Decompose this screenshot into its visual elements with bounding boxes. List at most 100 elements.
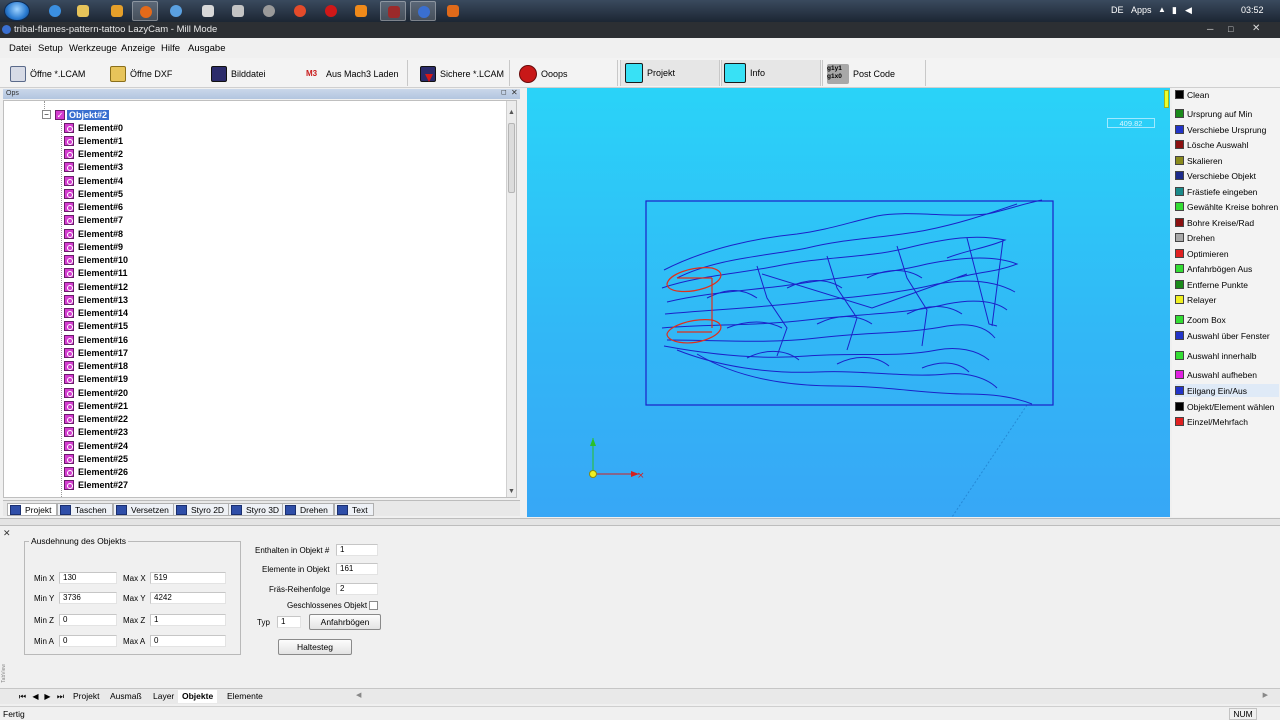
tree-scrollbar[interactable]: ▲ ▼ (506, 101, 516, 497)
scrollbar-thumb[interactable] (508, 123, 515, 193)
tab-drehen[interactable]: Drehen (282, 503, 334, 516)
bottom-tab-ausmass[interactable]: Ausmaß (106, 690, 146, 703)
action-clean[interactable]: Clean (1175, 88, 1209, 101)
tree-element-row[interactable]: Element#14 (64, 307, 128, 320)
action-zoom-box[interactable]: Zoom Box (1175, 313, 1226, 326)
apps-label[interactable]: Apps (1131, 5, 1152, 15)
menu-ausgabe[interactable]: Ausgabe (188, 43, 226, 54)
splitter[interactable] (0, 518, 1280, 526)
tree-element-row[interactable]: Element#8 (64, 227, 123, 240)
max-a-field[interactable]: 0 (150, 635, 226, 647)
action-auswahl-aufheben[interactable]: Auswahl aufheben (1175, 368, 1257, 381)
firefox-taskbar-icon[interactable] (132, 1, 158, 21)
language-indicator[interactable]: DE (1111, 5, 1124, 15)
tree-element-row[interactable]: Element#16 (64, 333, 128, 346)
tree-element-row[interactable]: Element#4 (64, 174, 123, 187)
start-button[interactable] (4, 1, 30, 21)
maximize-button[interactable]: □ (1228, 24, 1233, 34)
milling-order-field[interactable]: 2 (336, 583, 378, 595)
contained-in-field[interactable]: 1 (336, 544, 378, 556)
closed-object-checkbox[interactable] (369, 601, 378, 610)
action-gewählte-kreise-bohren[interactable]: Gewählte Kreise bohren (1175, 200, 1278, 213)
volume-icon[interactable]: ◀ (1185, 5, 1192, 16)
action-auswahl-über-fenster[interactable]: Auswahl über Fenster (1175, 329, 1270, 342)
prev-tab-icon[interactable]: ◀ (30, 691, 41, 702)
action-bohre-kreise-rad[interactable]: Bohre Kreise/Rad (1175, 216, 1254, 229)
tree-root-label[interactable]: Objekt#2 (67, 109, 110, 120)
bottom-tab-layer[interactable]: Layer (149, 690, 178, 703)
tab-versetzen[interactable]: Versetzen (113, 503, 175, 516)
tab-taschen[interactable]: Taschen (57, 503, 113, 516)
tree-element-row[interactable]: Element#24 (64, 439, 128, 452)
app7-taskbar-icon[interactable] (440, 1, 466, 21)
action-auswahl-innerhalb[interactable]: Auswahl innerhalb (1175, 349, 1256, 362)
tree-element-row[interactable]: Element#13 (64, 293, 128, 306)
pin-icon[interactable]: ◻ (501, 88, 507, 96)
bottom-tab-projekt[interactable]: Projekt (69, 690, 103, 703)
min-a-field[interactable]: 0 (59, 635, 117, 647)
checkbox-icon[interactable]: ✓ (55, 109, 65, 120)
tree-element-row[interactable]: Element#19 (64, 373, 128, 386)
tree-element-row[interactable]: Element#7 (64, 214, 123, 227)
app3-taskbar-icon[interactable] (195, 1, 221, 21)
chrome-taskbar-icon[interactable] (287, 1, 313, 21)
min-z-field[interactable]: 0 (59, 614, 117, 626)
action-einzel-mehrfach[interactable]: Einzel/Mehrfach (1175, 415, 1248, 428)
close-panel-icon[interactable]: ✕ (3, 528, 11, 539)
leadin-button[interactable]: Anfahrbögen (309, 614, 381, 630)
menu-werkzeuge[interactable]: Werkzeuge (69, 43, 117, 54)
tree-element-row[interactable]: Element#22 (64, 413, 128, 426)
menu-datei[interactable]: Datei (9, 43, 31, 54)
clock[interactable]: 03:52 (1241, 5, 1264, 15)
action-drehen[interactable]: Drehen (1175, 231, 1215, 244)
tree-element-row[interactable]: Element#21 (64, 399, 128, 412)
menu-hilfe[interactable]: Hilfe (161, 43, 180, 54)
network-icon[interactable]: ▮ (1172, 5, 1177, 16)
tab-styro2d[interactable]: Styro 2D (173, 503, 231, 516)
app5-taskbar-icon[interactable] (256, 1, 282, 21)
app6-taskbar-icon[interactable] (380, 1, 406, 21)
tree-element-row[interactable]: Element#18 (64, 360, 128, 373)
bottom-hscrollbar[interactable]: ◀ ▶ (356, 692, 1268, 701)
cad-viewport[interactable]: × 409.82 (527, 88, 1170, 517)
next-tab-icon[interactable]: ▶ (42, 691, 53, 702)
tree-element-row[interactable]: Element#9 (64, 240, 123, 253)
action-verschiebe-objekt[interactable]: Verschiebe Objekt (1175, 169, 1256, 182)
menu-setup[interactable]: Setup (38, 43, 63, 54)
minimize-button[interactable]: ─ (1207, 24, 1213, 34)
action-eilgang-ein-aus[interactable]: Eilgang Ein/Aus (1175, 384, 1279, 397)
image-file-button[interactable]: Bilddatei (211, 63, 266, 85)
action-anfahrbögen-aus[interactable]: Anfahrbögen Aus (1175, 262, 1252, 275)
tree-element-row[interactable]: Element#15 (64, 320, 128, 333)
tree-element-row[interactable]: Element#5 (64, 187, 123, 200)
bottom-tab-objekte[interactable]: Objekte (178, 690, 218, 703)
tree-element-row[interactable]: Element#20 (64, 386, 128, 399)
max-z-field[interactable]: 1 (150, 614, 226, 626)
tree-element-row[interactable]: Element#17 (64, 346, 128, 359)
tree-element-row[interactable]: Element#10 (64, 254, 128, 267)
menu-anzeige[interactable]: Anzeige (121, 43, 155, 54)
tab-styro3d[interactable]: Styro 3D (228, 503, 286, 516)
tree-element-row[interactable]: Element#1 (64, 134, 123, 147)
min-y-field[interactable]: 3736 (59, 592, 117, 604)
tree-element-row[interactable]: Element#6 (64, 201, 123, 214)
holding-tab-button[interactable]: Haltesteg (278, 639, 352, 655)
type-field[interactable]: 1 (277, 616, 301, 628)
bottom-tab-elemente[interactable]: Elemente (223, 690, 267, 703)
project-toggle[interactable]: Projekt (620, 60, 720, 86)
open-lcam-button[interactable]: Öffne *.LCAM (10, 63, 85, 85)
tree-element-row[interactable]: Element#12 (64, 280, 128, 293)
action-relayer[interactable]: Relayer (1175, 293, 1216, 306)
tab-text[interactable]: Text (334, 503, 374, 516)
close-button[interactable]: ✕ (1252, 23, 1260, 34)
action-optimieren[interactable]: Optimieren (1175, 247, 1229, 260)
action-frästiefe-eingeben[interactable]: Frästiefe eingeben (1175, 185, 1257, 198)
tree-root-row[interactable]: − ✓ Objekt#2 (42, 108, 110, 121)
drawing-canvas[interactable]: × (527, 88, 1170, 517)
min-x-field[interactable]: 130 (59, 572, 117, 584)
collapse-icon[interactable]: − (42, 110, 51, 119)
action-lösche-auswahl[interactable]: Lösche Auswahl (1175, 138, 1248, 151)
elements-count-field[interactable]: 161 (336, 563, 378, 575)
action-entferne-punkte[interactable]: Entferne Punkte (1175, 278, 1248, 291)
action-objekt-element-wählen[interactable]: Objekt/Element wählen (1175, 400, 1274, 413)
